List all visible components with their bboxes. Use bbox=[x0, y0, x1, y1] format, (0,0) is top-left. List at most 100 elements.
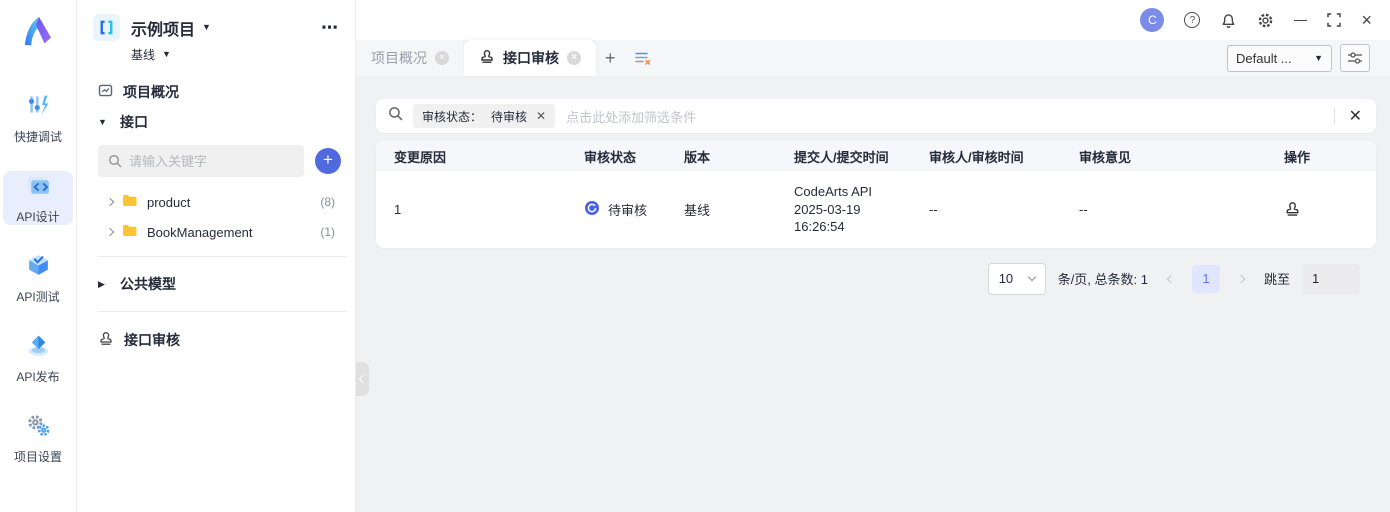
review-table-card: 变更原因 审核状态 版本 提交人/提交时间 审核人/审核时间 审核意见 操作 1 bbox=[376, 141, 1376, 248]
rail-item-quick-debug[interactable]: 快捷调试 bbox=[3, 91, 73, 145]
api-test-icon bbox=[25, 252, 52, 284]
api-design-icon bbox=[25, 172, 52, 204]
rail-item-label: 快捷调试 bbox=[13, 129, 62, 144]
environment-select[interactable]: Default ... ▼ bbox=[1227, 44, 1332, 72]
column-header: 审核状态 bbox=[584, 149, 637, 165]
notification-bell-icon[interactable] bbox=[1220, 12, 1237, 29]
project-settings-icon bbox=[25, 412, 52, 444]
search-icon bbox=[388, 106, 403, 126]
jump-label: 跳至 bbox=[1263, 272, 1290, 288]
collapse-panel-handle[interactable] bbox=[356, 362, 369, 396]
tab-project-overview[interactable]: 项目概况 × bbox=[356, 40, 464, 76]
rail-item-api-test[interactable]: API测试 bbox=[3, 251, 73, 305]
folder-icon bbox=[122, 224, 138, 240]
tree-item-name: product bbox=[147, 194, 191, 210]
project-icon bbox=[93, 14, 120, 41]
jump-page-input[interactable] bbox=[1302, 263, 1360, 294]
column-header: 变更原因 bbox=[394, 149, 447, 165]
main-area: C ? × 项目概况 × 接口审核 × + Default ... ▼ 审核状态… bbox=[356, 0, 1390, 512]
rail-item-api-design[interactable]: API设计 bbox=[3, 171, 73, 225]
close-all-tabs-icon[interactable] bbox=[625, 40, 661, 76]
tab-label: 接口审核 bbox=[503, 50, 559, 66]
chevron-right-icon: ▶ bbox=[98, 278, 105, 289]
chevron-down-icon: ▼ bbox=[1314, 52, 1323, 63]
column-header: 审核意见 bbox=[1079, 149, 1132, 165]
page-size-value: 10 bbox=[998, 271, 1014, 287]
submit-time: 16:26:54 bbox=[794, 219, 845, 235]
cell-reviewer: -- bbox=[929, 201, 938, 217]
search-input[interactable] bbox=[98, 145, 304, 177]
project-name[interactable]: 示例项目 bbox=[131, 16, 195, 40]
minimize-icon[interactable] bbox=[1294, 19, 1308, 21]
close-window-icon[interactable]: × bbox=[1361, 11, 1372, 29]
project-more-button[interactable]: ⋯ bbox=[321, 18, 339, 38]
pagination-summary: 条/页, 总条数: 1 bbox=[1057, 272, 1148, 288]
tab-api-review[interactable]: 接口审核 × bbox=[464, 40, 596, 76]
section-toggle-common-model[interactable]: ▶ 公共模型 bbox=[77, 266, 355, 302]
environment-value: Default ... bbox=[1236, 50, 1292, 66]
project-switch-caret-icon[interactable]: ▼ bbox=[202, 23, 211, 32]
filter-bar[interactable]: 审核状态： 待审核 ✕ 点击此处添加筛选条件 ✕ bbox=[376, 99, 1376, 133]
section-toggle-api[interactable]: ▼ 接口 bbox=[77, 107, 355, 137]
table-row: 1 待审核 基线 CodeArts API 2025-03-19 16:26:5… bbox=[376, 171, 1376, 248]
settings-gear-icon[interactable] bbox=[1257, 12, 1274, 29]
divider bbox=[1333, 108, 1335, 124]
column-header: 版本 bbox=[684, 149, 711, 165]
rail-item-label: API设计 bbox=[16, 209, 60, 224]
submitter-name: CodeArts API bbox=[794, 184, 873, 199]
tree-item-count: (1) bbox=[320, 225, 335, 239]
column-header: 操作 bbox=[1284, 149, 1311, 165]
review-action-button[interactable] bbox=[1284, 201, 1301, 218]
api-search bbox=[98, 145, 304, 177]
status-text: 待审核 bbox=[608, 202, 648, 218]
filter-placeholder[interactable]: 点击此处添加筛选条件 bbox=[566, 107, 696, 126]
user-avatar[interactable]: C bbox=[1140, 8, 1165, 32]
filter-chip-review-status[interactable]: 审核状态： 待审核 ✕ bbox=[413, 104, 556, 128]
chevron-down-icon: ▼ bbox=[98, 117, 107, 127]
cell-version: 基线 bbox=[684, 202, 711, 218]
next-page-icon[interactable] bbox=[1234, 272, 1248, 286]
quick-debug-icon bbox=[25, 92, 52, 124]
tab-close-icon[interactable]: × bbox=[567, 51, 581, 65]
sidebar-item-label: 接口审核 bbox=[124, 332, 180, 348]
rail-item-project-settings[interactable]: 项目设置 bbox=[3, 411, 73, 465]
branch-caret-icon: ▼ bbox=[162, 49, 171, 59]
add-api-button[interactable]: + bbox=[315, 148, 341, 174]
search-icon bbox=[108, 154, 122, 173]
tree-item-bookmanagement[interactable]: BookManagement (1) bbox=[77, 217, 355, 247]
chevron-right-icon[interactable] bbox=[105, 227, 115, 237]
tree-item-name: BookManagement bbox=[147, 224, 253, 240]
new-tab-button[interactable]: + bbox=[596, 40, 625, 76]
branch-name: 基线 bbox=[131, 48, 156, 62]
rail-item-label: API发布 bbox=[16, 369, 60, 384]
page-number-button[interactable]: 1 bbox=[1191, 264, 1220, 293]
sidebar-item-api-review[interactable]: 接口审核 bbox=[77, 321, 355, 359]
clear-filter-icon[interactable]: ✕ bbox=[1345, 106, 1366, 126]
tree-item-product[interactable]: product (8) bbox=[77, 187, 355, 217]
column-header: 审核人/审核时间 bbox=[929, 149, 1024, 165]
chip-remove-icon[interactable]: ✕ bbox=[536, 109, 546, 123]
app-logo-icon[interactable] bbox=[18, 12, 58, 57]
prev-page-icon[interactable] bbox=[1164, 272, 1178, 286]
cell-actions bbox=[1266, 171, 1376, 248]
filter-chip-value: 待审核 bbox=[491, 109, 528, 124]
tree-item-count: (8) bbox=[320, 195, 335, 209]
maximize-icon[interactable] bbox=[1327, 13, 1342, 27]
page-size-select[interactable]: 10 bbox=[987, 262, 1046, 295]
api-publish-icon bbox=[25, 332, 52, 364]
cell-submitter: CodeArts API 2025-03-19 16:26:54 bbox=[776, 171, 911, 248]
environment-settings-button[interactable] bbox=[1340, 44, 1370, 72]
tab-label: 项目概况 bbox=[371, 50, 427, 66]
review-table: 变更原因 审核状态 版本 提交人/提交时间 审核人/审核时间 审核意见 操作 1 bbox=[376, 141, 1376, 248]
filter-chip-label: 审核状态： bbox=[422, 109, 483, 124]
chevron-right-icon[interactable] bbox=[105, 197, 115, 207]
stamp-icon bbox=[479, 49, 495, 68]
rail-item-api-publish[interactable]: API发布 bbox=[3, 331, 73, 385]
tab-close-icon[interactable]: × bbox=[435, 51, 449, 65]
pending-status-icon bbox=[584, 200, 600, 219]
branch-selector[interactable]: 基线 ▼ bbox=[131, 46, 355, 63]
app-rail: 快捷调试 API设计 API测试 API发布 项目设置 bbox=[0, 0, 77, 512]
help-icon[interactable]: ? bbox=[1184, 12, 1201, 28]
pagination: 10 条/页, 总条数: 1 1 跳至 bbox=[376, 262, 1360, 295]
sidebar-item-overview[interactable]: 项目概况 bbox=[77, 77, 355, 107]
